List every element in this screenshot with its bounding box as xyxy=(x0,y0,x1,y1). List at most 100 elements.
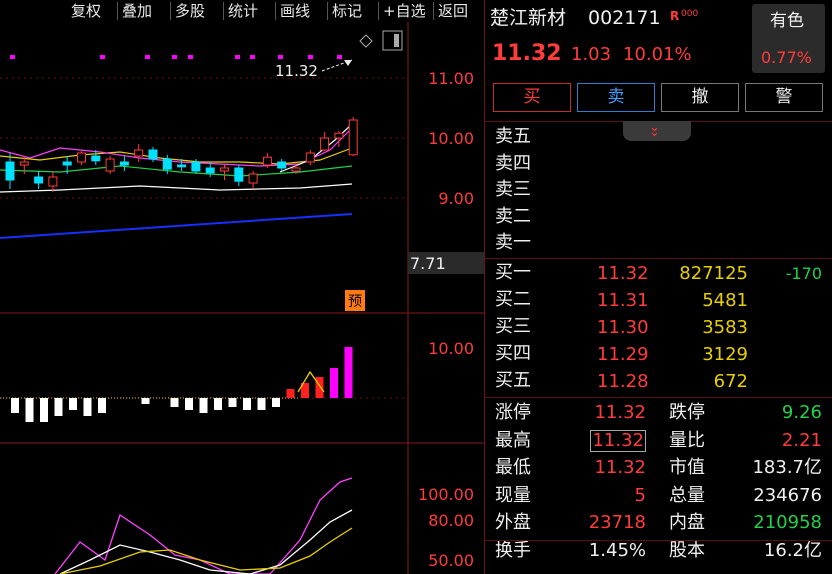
buy-level-label: 买二 xyxy=(495,289,531,310)
macd-bar xyxy=(98,398,106,413)
signal-dot xyxy=(308,55,313,59)
buy-level-price: 11.30 xyxy=(597,317,649,338)
chart-panel[interactable]: 11.00 10.00 9.00 11.32 7.71 预 10.00 100.00 80.00… xyxy=(0,0,484,574)
toolbar-item-6[interactable]: +自选 xyxy=(383,0,426,22)
stat-label: 最高 xyxy=(495,429,531,451)
signal-dot xyxy=(337,55,342,59)
toolbar-separator xyxy=(378,2,379,20)
buy-level-volume: 672 xyxy=(713,371,748,392)
stat-value: 23718 xyxy=(588,512,646,533)
stat-value-2: 234676 xyxy=(753,484,822,506)
sector-pct: 0.77% xyxy=(761,48,812,67)
candle-body xyxy=(19,161,29,166)
macd-bar xyxy=(228,398,237,407)
chart-svg: 11.00 10.00 9.00 11.32 7.71 预 10.00 100.00 80.00… xyxy=(0,22,484,574)
candle-body xyxy=(220,167,229,172)
sell-level-label: 卖三 xyxy=(495,179,531,200)
last-price: 11.32 xyxy=(492,41,562,66)
ma-line-blue xyxy=(0,213,353,239)
candle-body xyxy=(5,161,15,181)
macd-bar xyxy=(315,377,324,398)
toolbar-item-1[interactable]: 叠加 xyxy=(122,0,152,22)
sell-level-label: 卖五 xyxy=(495,126,531,147)
toolbar-item-7[interactable]: 返回 xyxy=(438,0,468,22)
signal-dot xyxy=(145,55,150,59)
toolbar-item-2[interactable]: 多股 xyxy=(175,0,205,22)
macd-bar xyxy=(40,398,48,422)
stat-label-2: 量比 xyxy=(669,429,705,451)
toolbar-separator xyxy=(327,2,328,20)
toolbar: 复权 叠加 多股 统计 画线 标记 +自选 返回 xyxy=(0,0,484,22)
macd-bar xyxy=(199,398,208,413)
r-tag: R xyxy=(670,9,680,23)
macd-y-tick: 10.00 xyxy=(428,339,474,358)
kdj-line-magenta xyxy=(54,477,353,574)
buy-level-price: 11.28 xyxy=(597,371,649,392)
candle-body xyxy=(305,152,315,163)
candle-body xyxy=(334,132,344,139)
buy-level-volume: 5481 xyxy=(702,290,748,311)
stat-value: 11.32 xyxy=(594,402,646,423)
buy-button[interactable]: 买 xyxy=(493,83,571,112)
stat-value-2: 9.26 xyxy=(781,402,822,423)
buy-level-price: 11.29 xyxy=(597,344,649,365)
toolbar-item-4[interactable]: 画线 xyxy=(280,0,310,22)
candle-body xyxy=(148,149,158,160)
signal-dot xyxy=(100,55,105,59)
signal-dot xyxy=(188,55,193,59)
macd-bar xyxy=(272,398,280,407)
macd-bar xyxy=(25,398,34,422)
current-value-text: 7.71 xyxy=(410,254,446,273)
buy-level-label: 买四 xyxy=(495,343,531,364)
candle-body xyxy=(105,158,115,172)
macd-bar xyxy=(170,398,179,407)
buy-level-volume: 3583 xyxy=(702,317,748,338)
arrow-head xyxy=(344,60,352,66)
stat-value: 11.32 xyxy=(590,429,646,452)
buy-level-label: 买三 xyxy=(495,316,531,337)
chevron-down-icon-2: ⌄ xyxy=(649,125,660,140)
candle-body xyxy=(348,119,358,156)
macd-bar xyxy=(243,398,251,410)
candle-body xyxy=(262,156,272,166)
root: 11.00 10.00 9.00 11.32 7.71 预 10.00 100.00 80.00… xyxy=(0,0,832,574)
collapse-handle[interactable]: ⌄ ⌄ xyxy=(623,121,691,141)
toolbar-item-0[interactable]: 复权 xyxy=(71,0,101,22)
signal-dot xyxy=(278,55,283,59)
buy-level-label: 买五 xyxy=(495,370,531,391)
panel-toggle-icon xyxy=(382,30,403,51)
buy-level-delta: -170 xyxy=(785,264,822,283)
stat-label-2: 市值 xyxy=(669,457,705,478)
y-tick-label: 9.00 xyxy=(438,189,474,208)
candle-body xyxy=(62,161,72,166)
candle-body xyxy=(134,149,144,157)
r-tag-extra: 000 xyxy=(681,9,699,19)
stat-label: 涨停 xyxy=(495,402,531,423)
buy-level-price: 11.32 xyxy=(597,263,649,284)
ma-line-magenta xyxy=(0,127,353,167)
alert-button[interactable]: 警 xyxy=(745,83,823,112)
stat-value-2: 183.7亿 xyxy=(752,457,822,478)
candle-body xyxy=(48,176,58,187)
signal-dot xyxy=(250,55,255,59)
stat-value: 1.45% xyxy=(588,539,646,561)
macd-bar xyxy=(286,389,295,398)
toolbar-item-3[interactable]: 统计 xyxy=(228,0,258,22)
panel-toggle-bar xyxy=(394,34,399,47)
sector-box[interactable]: 有色 0.77% xyxy=(752,4,825,73)
toolbar-separator xyxy=(117,2,118,20)
buy-level-price: 11.31 xyxy=(597,290,649,311)
candle-body xyxy=(77,152,86,163)
candle-body xyxy=(277,161,287,169)
price-change: 1.03 xyxy=(571,44,612,65)
buy-level-label: 买一 xyxy=(495,262,531,283)
toolbar-item-5[interactable]: 标记 xyxy=(332,0,362,22)
cancel-order-button[interactable]: 撤 xyxy=(661,83,739,112)
toolbar-separator xyxy=(433,2,434,20)
signal-dot xyxy=(235,55,240,59)
stat-label: 换手 xyxy=(495,539,531,561)
sell-button[interactable]: 卖 xyxy=(577,83,655,112)
diamond-icon xyxy=(359,34,373,48)
stock-code: 002171 xyxy=(588,7,661,29)
price-change-pct: 10.01% xyxy=(623,44,692,65)
